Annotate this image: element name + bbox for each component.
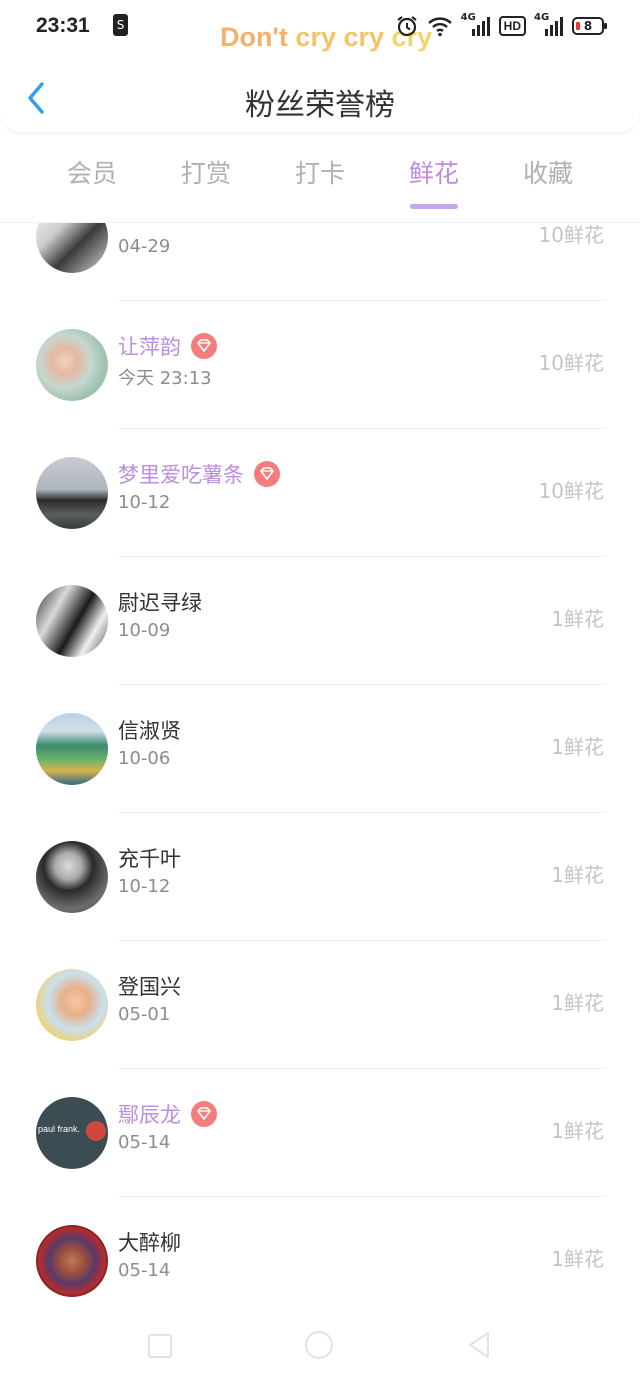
system-nav-bar: [0, 1300, 640, 1387]
lyric-word: cry: [295, 22, 336, 52]
status-bar: 23:31 S Don't cry cry cry 4G HD 4G 8: [0, 0, 640, 52]
flower-count: 1鲜花: [551, 1247, 604, 1271]
signal-icon-1: 4G: [461, 12, 491, 38]
list-item[interactable]: 梦里爱吃薯条 10-12 10鲜花: [0, 429, 640, 557]
tab-rewards[interactable]: 打赏: [149, 154, 263, 190]
notification-icon: S: [113, 14, 128, 36]
list-item[interactable]: 充千叶 10-12 1鲜花: [0, 813, 640, 941]
alarm-icon: [396, 16, 417, 37]
avatar: [36, 969, 108, 1041]
list-item[interactable]: paul frank. 鄢辰龙 05-14 1鲜花: [0, 1069, 640, 1197]
fan-name: 鄢辰龙: [118, 1099, 217, 1129]
lyric-word: cry: [343, 22, 385, 52]
avatar: [36, 841, 108, 913]
hd-icon: HD: [498, 16, 526, 36]
monkey-icon: [86, 1121, 106, 1141]
avatar: [36, 1225, 108, 1297]
avatar: [36, 457, 108, 529]
back-nav-icon[interactable]: [466, 1330, 492, 1360]
flower-count: 1鲜花: [551, 991, 604, 1015]
flower-count: 10鲜花: [538, 479, 604, 503]
flower-count: 1鲜花: [551, 863, 604, 887]
avatar: [36, 713, 108, 785]
tab-members[interactable]: 会员: [35, 154, 149, 190]
fan-name: 尉迟寻绿: [118, 591, 202, 615]
tab-label: 打卡: [294, 159, 345, 188]
fan-name: 登国兴: [118, 975, 181, 999]
fan-list[interactable]: 04-29 10鲜花 让萍韵 今天 23:13 10鲜花 梦里爱吃薯条 10-1…: [0, 222, 640, 1299]
avatar: [36, 223, 108, 273]
tab-label: 收藏: [522, 159, 573, 188]
page-title: 粉丝荣誉榜: [245, 88, 395, 123]
fan-date: 05-01: [118, 1004, 171, 1025]
fan-name-text: 鄢辰龙: [118, 1103, 181, 1127]
list-item[interactable]: 登国兴 05-01 1鲜花: [0, 941, 640, 1069]
tab-label: 鲜花: [408, 159, 459, 188]
list-item[interactable]: 让萍韵 今天 23:13 10鲜花: [0, 301, 640, 429]
vip-gem-icon: [191, 1101, 217, 1127]
fan-name: 大醉柳: [118, 1231, 181, 1255]
wifi-icon: [427, 17, 452, 37]
list-item[interactable]: 04-29 10鲜花: [0, 223, 640, 301]
status-icons: 4G HD 4G 8: [395, 12, 607, 38]
fan-date: 10-12: [118, 492, 171, 513]
tab-checkin[interactable]: 打卡: [263, 154, 377, 190]
list-item[interactable]: 尉迟寻绿 10-09 1鲜花: [0, 557, 640, 685]
flower-count: 1鲜花: [551, 607, 604, 631]
list-item[interactable]: 大醉柳 05-14 1鲜花: [0, 1197, 640, 1299]
avatar: paul frank.: [36, 1097, 108, 1169]
tab-label: 打赏: [180, 159, 231, 188]
fan-name-text: 梦里爱吃薯条: [118, 463, 244, 487]
fan-date: 今天 23:13: [118, 368, 212, 389]
flower-count: 1鲜花: [551, 1119, 604, 1143]
signal-icon-2: 4G: [534, 12, 564, 38]
fan-date: 10-12: [118, 876, 171, 897]
flower-count: 1鲜花: [551, 735, 604, 759]
tab-bar: 会员 打赏 打卡 鲜花 收藏: [0, 140, 640, 209]
lyric-word: Don't: [220, 22, 288, 52]
tab-flowers[interactable]: 鲜花: [377, 154, 491, 209]
list-item[interactable]: 信淑贤 10-06 1鲜花: [0, 685, 640, 813]
fan-name: 充千叶: [118, 847, 181, 871]
fan-name: 信淑贤: [118, 719, 181, 743]
fan-date: 05-14: [118, 1132, 171, 1153]
status-time: 23:31: [36, 14, 90, 37]
fan-date: 04-29: [118, 236, 171, 257]
fan-name-text: 让萍韵: [118, 335, 181, 359]
vip-gem-icon: [191, 333, 217, 359]
recent-apps-button[interactable]: [148, 1334, 172, 1358]
header: 粉丝荣誉榜: [0, 52, 640, 133]
vip-gem-icon: [254, 461, 280, 487]
fan-name: 梦里爱吃薯条: [118, 459, 280, 489]
fan-date: 10-06: [118, 748, 171, 769]
tab-label: 会员: [66, 159, 117, 188]
tab-favorites[interactable]: 收藏: [491, 154, 605, 190]
battery-icon: 8: [572, 17, 607, 35]
avatar: [36, 329, 108, 401]
flower-count: 10鲜花: [538, 223, 604, 247]
active-tab-indicator: [410, 204, 458, 209]
home-button[interactable]: [305, 1331, 333, 1359]
flower-count: 10鲜花: [538, 351, 604, 375]
fan-date: 10-09: [118, 620, 171, 641]
fan-name: 让萍韵: [118, 331, 217, 361]
fan-date: 05-14: [118, 1260, 171, 1281]
avatar: [36, 585, 108, 657]
avatar-brand-text: paul frank.: [38, 1124, 81, 1134]
